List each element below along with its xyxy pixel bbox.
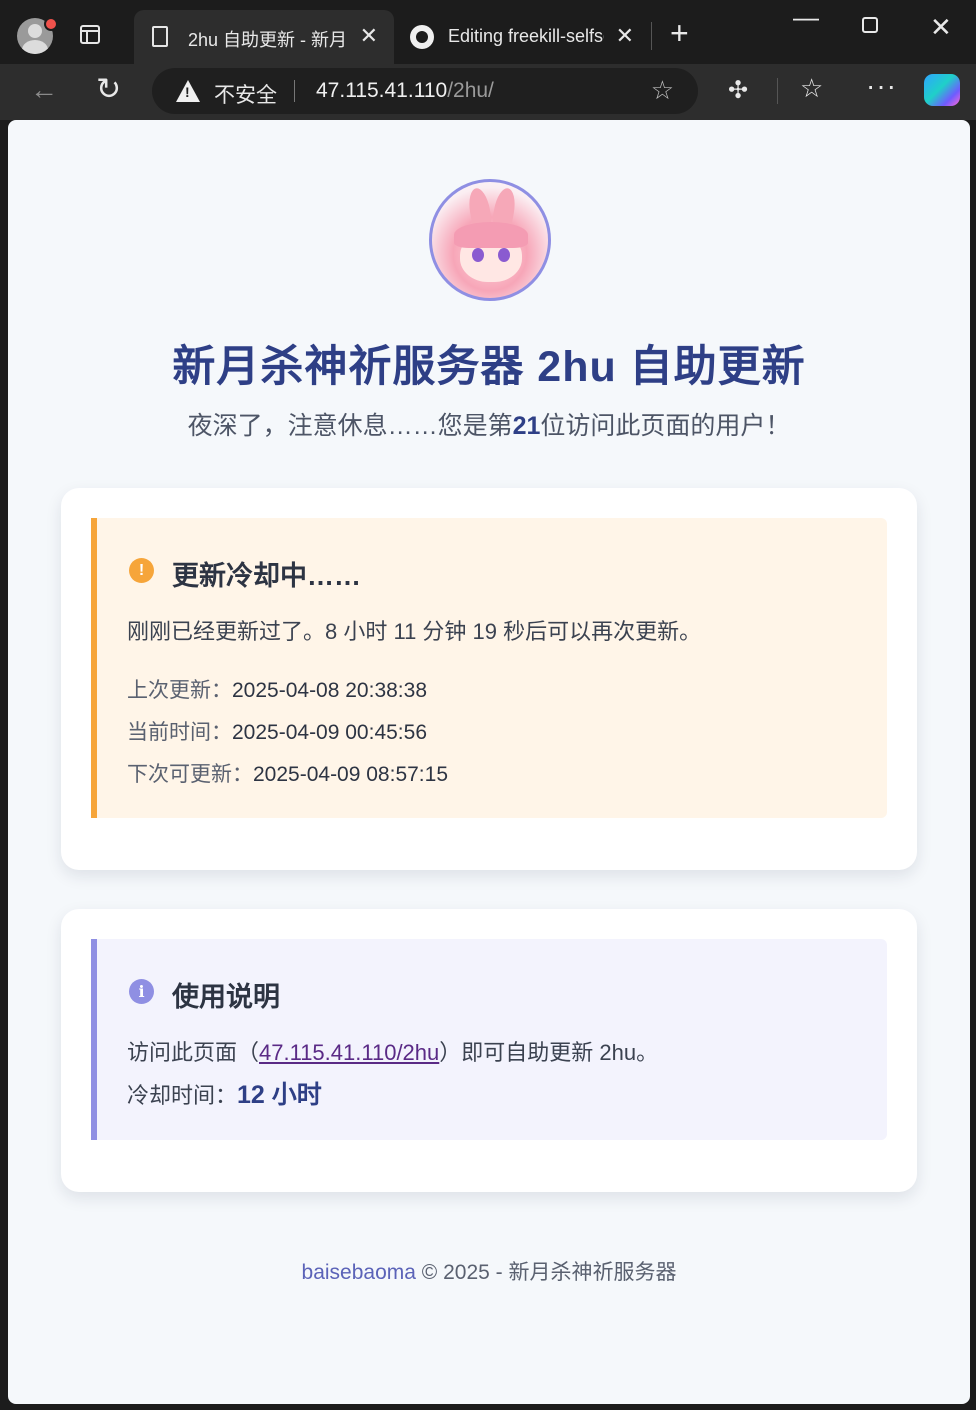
url-text[interactable]: 47.115.41.110/2hu/ bbox=[316, 79, 494, 103]
page-title: 新月杀神祈服务器 2hu 自助更新 bbox=[172, 343, 806, 391]
page-footer: baisebaoma © 2025 - 新月杀神祈服务器 bbox=[301, 1261, 677, 1284]
tab-github-editing[interactable]: Editing freekill-selfse ✕ bbox=[396, 10, 650, 64]
instructions-notice: i 使用说明 访问此页面（47.115.41.110/2hu）即可自助更新 2h… bbox=[91, 939, 887, 1140]
reload-icon[interactable]: ↻ bbox=[96, 72, 121, 107]
footer-author: baisebaoma bbox=[301, 1261, 416, 1284]
toolbar-divider bbox=[777, 78, 778, 104]
minimize-icon[interactable]: — bbox=[793, 2, 819, 33]
instructions-text: 访问此页面（47.115.41.110/2hu）即可自助更新 2hu。 bbox=[127, 1040, 659, 1065]
tab-close-icon[interactable]: ✕ bbox=[616, 23, 634, 49]
site-avatar-image bbox=[429, 179, 551, 301]
tab-close-icon[interactable]: ✕ bbox=[360, 23, 378, 49]
info-icon: i bbox=[129, 979, 154, 1004]
new-tab-plus-icon[interactable]: + bbox=[670, 17, 689, 49]
extensions-puzzle-icon[interactable]: ✣ bbox=[728, 76, 748, 105]
title-bar: 2hu 自助更新 - 新月 ✕ Editing freekill-selfse … bbox=[0, 0, 976, 64]
tab-2hu-update[interactable]: 2hu 自助更新 - 新月 ✕ bbox=[134, 10, 394, 64]
address-bar[interactable]: 不安全 47.115.41.110/2hu/ ☆ bbox=[152, 68, 698, 114]
cooldown-notice: ! 更新冷却中…… 刚刚已经更新过了。8 小时 11 分钟 19 秒后可以再次更… bbox=[91, 518, 887, 818]
maximize-icon[interactable] bbox=[862, 17, 878, 33]
cooldown-card: ! 更新冷却中…… 刚刚已经更新过了。8 小时 11 分钟 19 秒后可以再次更… bbox=[61, 488, 917, 870]
warning-triangle-icon[interactable] bbox=[176, 80, 200, 102]
last-update-row: 上次更新：2025-04-08 20:38:38 bbox=[127, 679, 427, 702]
github-icon bbox=[410, 25, 434, 49]
notification-dot bbox=[44, 17, 58, 31]
tab-label: 2hu 自助更新 - 新月 bbox=[188, 30, 348, 50]
window-close-icon[interactable]: ✕ bbox=[930, 12, 952, 43]
security-label[interactable]: 不安全 bbox=[214, 79, 277, 109]
tab-divider bbox=[651, 22, 652, 50]
browser-toolbar: ← ↻ 不安全 47.115.41.110/2hu/ ☆ ✣ ☆ ··· bbox=[0, 64, 976, 120]
favorite-star-icon[interactable]: ☆ bbox=[651, 75, 674, 106]
cooldown-title: 更新冷却中…… bbox=[172, 561, 361, 591]
more-menu-icon[interactable]: ··· bbox=[866, 70, 897, 102]
cooldown-duration: 冷却时间：12 小时 bbox=[127, 1081, 322, 1109]
page-document-icon bbox=[152, 26, 168, 47]
page-viewport: 新月杀神祈服务器 2hu 自助更新 夜深了，注意休息……您是第21位访问此页面的… bbox=[8, 120, 970, 1404]
address-divider bbox=[294, 80, 295, 102]
back-arrow-icon[interactable]: ← bbox=[30, 74, 58, 106]
current-time-row: 当前时间：2025-04-09 00:45:56 bbox=[127, 721, 427, 744]
tab-actions-icon[interactable] bbox=[80, 25, 100, 44]
visitor-count: 21 bbox=[512, 412, 541, 440]
visitor-greeting: 夜深了，注意休息……您是第21位访问此页面的用户！ bbox=[187, 412, 791, 440]
instructions-title: 使用说明 bbox=[172, 982, 280, 1012]
instructions-card: i 使用说明 访问此页面（47.115.41.110/2hu）即可自助更新 2h… bbox=[61, 909, 917, 1192]
exclamation-icon: ! bbox=[129, 558, 154, 583]
cooldown-message: 刚刚已经更新过了。8 小时 11 分钟 19 秒后可以再次更新。 bbox=[127, 619, 702, 644]
copilot-icon[interactable] bbox=[924, 74, 960, 106]
favorites-list-icon[interactable]: ☆ bbox=[800, 73, 823, 104]
update-link[interactable]: 47.115.41.110/2hu bbox=[259, 1040, 439, 1065]
tab-label: Editing freekill-selfse bbox=[448, 26, 604, 46]
next-update-row: 下次可更新：2025-04-09 08:57:15 bbox=[127, 763, 448, 786]
